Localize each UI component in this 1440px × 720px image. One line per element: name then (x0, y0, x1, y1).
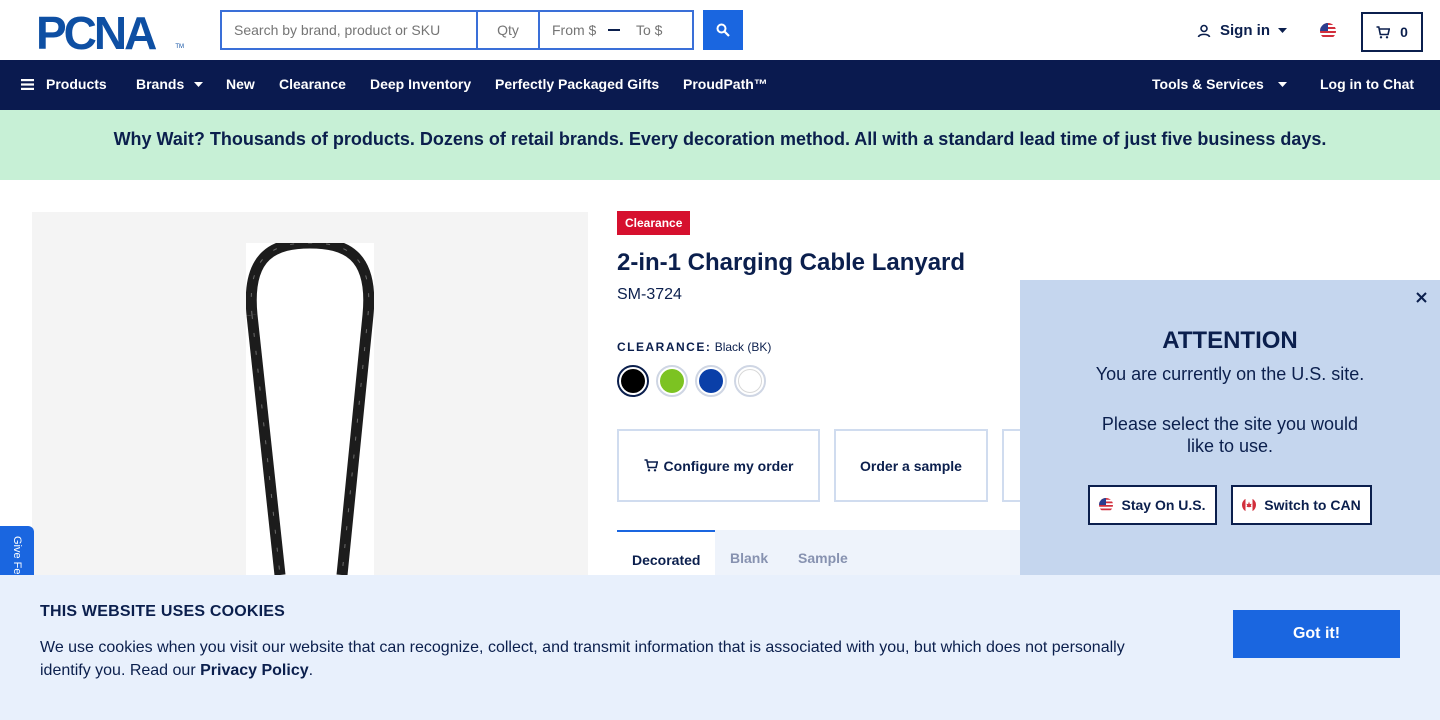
cart-button[interactable]: 0 (1361, 12, 1423, 52)
color-label: CLEARANCE: Black (BK) (617, 340, 771, 354)
modal-title: ATTENTION (1162, 327, 1298, 354)
nav-clearance[interactable]: Clearance (279, 76, 346, 92)
tab-blank[interactable]: Blank (730, 530, 768, 575)
swatch-white[interactable] (734, 365, 766, 397)
stay-us-label: Stay On U.S. (1121, 497, 1206, 513)
top-header: PCNA TM Sign in (0, 0, 1440, 60)
sign-in-menu[interactable]: Sign in (1197, 22, 1287, 39)
cookie-title: THIS WEBSITE USES COOKIES (40, 603, 286, 620)
nav-proudpath[interactable]: ProudPath™ (683, 76, 768, 92)
main-nav: Products Brands New Clearance Deep Inven… (0, 60, 1440, 110)
modal-current-site-text: You are currently on the U.S. site. (1095, 364, 1365, 384)
product-sku: SM-3724 (617, 286, 682, 303)
cart-icon (1376, 25, 1391, 38)
price-range (540, 12, 692, 48)
product-title: 2-in-1 Charging Cable Lanyard (617, 249, 966, 276)
nav-products-label: Products (46, 76, 107, 92)
nav-chat-login[interactable]: Log in to Chat (1320, 76, 1414, 92)
tab-sample[interactable]: Sample (798, 530, 848, 575)
chevron-down-icon (1277, 81, 1287, 87)
qty-input[interactable] (478, 12, 540, 48)
pcna-logo[interactable]: PCNA TM (36, 7, 184, 59)
canada-flag-icon (1242, 498, 1257, 512)
clearance-badge: Clearance (617, 211, 691, 235)
modal-instruction-text: Please select the site you would like to… (1101, 414, 1359, 456)
price-to-input[interactable] (624, 15, 688, 45)
swatch-blue[interactable] (695, 365, 727, 397)
price-from-input[interactable] (540, 15, 604, 45)
nav-gifts[interactable]: Perfectly Packaged Gifts (495, 76, 659, 92)
lanyard-image (245, 237, 375, 576)
swatch-black[interactable] (617, 365, 649, 397)
cart-icon (644, 459, 658, 472)
chevron-down-icon (1278, 28, 1287, 33)
close-icon (1415, 291, 1427, 303)
nav-new[interactable]: New (226, 76, 255, 92)
logo-trademark: TM (175, 44, 184, 50)
cookie-text: We use cookies when you visit our websit… (40, 636, 1160, 682)
us-flag-icon[interactable] (1320, 23, 1336, 39)
stay-us-button[interactable]: Stay On U.S. (1088, 485, 1217, 525)
order-sample-button[interactable]: Order a sample (834, 429, 988, 502)
hamburger-icon (21, 78, 34, 90)
us-flag-icon (1099, 498, 1114, 512)
configure-order-label: Configure my order (663, 457, 794, 474)
color-label-heading: CLEARANCE: (617, 340, 712, 354)
nav-tools-label: Tools & Services (1152, 76, 1264, 92)
nav-deep-inventory[interactable]: Deep Inventory (370, 76, 471, 92)
search-button[interactable] (703, 10, 743, 50)
user-icon (1197, 24, 1211, 37)
tab-decorated[interactable]: Decorated (617, 530, 715, 575)
search-input[interactable] (222, 12, 478, 48)
logo-text: PCNA (36, 12, 156, 52)
search-bar (220, 10, 694, 50)
accept-cookies-button[interactable]: Got it! (1233, 610, 1400, 658)
nav-products[interactable]: Products (21, 76, 107, 92)
switch-can-button[interactable]: Switch to CAN (1231, 485, 1372, 525)
privacy-policy-link[interactable]: Privacy Policy (200, 662, 309, 679)
product-image-panel (32, 212, 588, 613)
switch-can-label: Switch to CAN (1264, 497, 1361, 513)
swatch-dot (660, 369, 684, 393)
product-image[interactable] (245, 237, 375, 613)
close-button[interactable] (1412, 288, 1430, 306)
search-icon (716, 23, 730, 37)
cookie-period: . (308, 662, 314, 679)
configure-order-button[interactable]: Configure my order (617, 429, 820, 502)
nav-tools-services[interactable]: Tools & Services (1152, 76, 1287, 92)
swatch-dot (621, 369, 645, 393)
nav-brands-label: Brands (136, 76, 185, 92)
price-range-dash (608, 29, 620, 31)
swatch-dot (738, 369, 762, 393)
region-select-modal: ATTENTION You are currently on the U.S. … (1020, 280, 1440, 575)
promo-banner: Why Wait? Thousands of products. Dozens … (0, 110, 1440, 180)
swatch-dot (699, 369, 723, 393)
chevron-down-icon (194, 81, 204, 87)
sign-in-label: Sign in (1220, 22, 1270, 39)
promo-banner-text: Why Wait? Thousands of products. Dozens … (113, 129, 1327, 149)
pcna-logo-mark: PCNA (36, 7, 159, 59)
swatch-lime[interactable] (656, 365, 688, 397)
nav-brands[interactable]: Brands (136, 76, 204, 92)
selected-color-name: Black (BK) (714, 340, 772, 354)
cookie-banner: THIS WEBSITE USES COOKIES We use cookies… (0, 575, 1440, 720)
cart-count: 0 (1400, 24, 1408, 40)
